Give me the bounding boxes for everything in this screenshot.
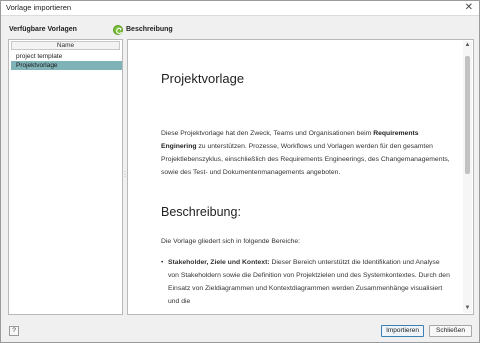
list-item: • Stakeholder, Ziele und Kontext: Dieser…: [161, 256, 451, 308]
template-item-selected[interactable]: Projektvorlage: [11, 61, 122, 70]
description-panel: Projektvorlage Diese Projektvorlage hat …: [127, 39, 474, 315]
section-intro: Die Vorlage gliedert sich in folgende Be…: [161, 238, 301, 245]
title-bar: Vorlage importieren ✕: [1, 1, 479, 16]
window-title: Vorlage importieren: [6, 3, 72, 12]
available-templates-heading: Verfügbare Vorlagen: [9, 26, 77, 33]
paragraph-text-1: Diese Projektvorlage hat den Zweck, Team…: [161, 130, 374, 137]
bullet-bold-text: Stakeholder, Ziele und Kontext:: [168, 259, 270, 266]
paragraph-text-2: zu unterstützen. Prozesse, Workflows und…: [161, 143, 450, 176]
description-heading-label: Beschreibung: [126, 26, 173, 33]
import-template-dialog: Vorlage importieren ✕ Verfügbare Vorlage…: [0, 0, 480, 343]
bullet-dot: •: [161, 259, 164, 266]
scroll-up-icon[interactable]: ▲: [463, 41, 472, 50]
scrollbar-thumb[interactable]: [465, 56, 470, 174]
column-header-name[interactable]: Name: [11, 41, 120, 50]
close-button[interactable]: Schließen: [429, 325, 472, 337]
template-item[interactable]: project template: [11, 52, 122, 61]
section-title: Beschreibung:: [161, 205, 241, 219]
vertical-scrollbar[interactable]: ▲ ▼: [463, 41, 472, 313]
document-title: Projektvorlage: [161, 71, 245, 86]
refresh-icon: [113, 25, 123, 35]
help-button[interactable]: ?: [9, 326, 19, 336]
description-paragraph: Diese Projektvorlage hat den Zweck, Team…: [161, 127, 451, 179]
import-button[interactable]: Importieren: [381, 325, 424, 337]
template-list: Name project template Projektvorlage: [8, 39, 123, 315]
close-icon[interactable]: ✕: [465, 2, 473, 14]
scroll-down-icon[interactable]: ▼: [463, 304, 472, 313]
